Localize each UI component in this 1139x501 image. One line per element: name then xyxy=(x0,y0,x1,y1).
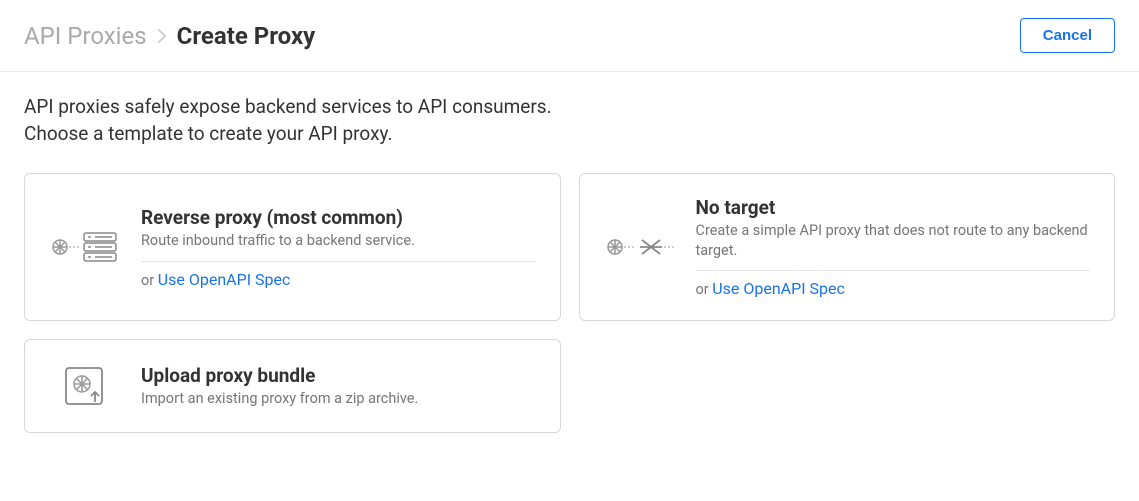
card-title: Upload proxy bundle xyxy=(141,364,536,387)
intro-line1: API proxies safely expose backend servic… xyxy=(24,94,1115,121)
intro-line2: Choose a template to create your API pro… xyxy=(24,121,1115,148)
card-body: Upload proxy bundle Import an existing p… xyxy=(141,364,536,409)
card-body: No target Create a simple API proxy that… xyxy=(696,196,1091,298)
use-openapi-spec-link[interactable]: Use OpenAPI Spec xyxy=(712,279,845,298)
breadcrumb-current: Create Proxy xyxy=(177,22,316,50)
page-content: API proxies safely expose backend servic… xyxy=(0,72,1139,455)
card-or-row: or Use OpenAPI Spec xyxy=(696,279,1091,298)
chevron-right-icon xyxy=(157,29,167,43)
breadcrumb-parent[interactable]: API Proxies xyxy=(24,22,147,50)
cancel-button[interactable]: Cancel xyxy=(1020,18,1115,53)
card-no-target[interactable]: No target Create a simple API proxy that… xyxy=(579,173,1116,321)
card-upload-bundle[interactable]: Upload proxy bundle Import an existing p… xyxy=(24,339,561,433)
card-or-text: or xyxy=(141,272,158,289)
no-target-icon xyxy=(604,229,674,265)
reverse-proxy-icon xyxy=(49,229,119,265)
card-or-row: or Use OpenAPI Spec xyxy=(141,270,536,289)
card-body: Reverse proxy (most common) Route inboun… xyxy=(141,206,536,289)
card-divider xyxy=(696,270,1091,271)
use-openapi-spec-link[interactable]: Use OpenAPI Spec xyxy=(158,270,291,289)
card-title: No target xyxy=(696,196,1091,219)
card-divider xyxy=(141,261,536,262)
card-desc: Route inbound traffic to a backend servi… xyxy=(141,231,536,251)
template-cards: Reverse proxy (most common) Route inboun… xyxy=(24,173,1115,433)
card-title: Reverse proxy (most common) xyxy=(141,206,536,229)
card-reverse-proxy[interactable]: Reverse proxy (most common) Route inboun… xyxy=(24,173,561,321)
card-desc: Create a simple API proxy that does not … xyxy=(696,221,1091,260)
card-desc: Import an existing proxy from a zip arch… xyxy=(141,389,536,409)
breadcrumb: API Proxies Create Proxy xyxy=(24,22,315,50)
page-header: API Proxies Create Proxy Cancel xyxy=(0,0,1139,72)
card-or-text: or xyxy=(696,281,713,298)
intro-text: API proxies safely expose backend servic… xyxy=(24,94,1115,147)
upload-bundle-icon xyxy=(49,362,119,410)
